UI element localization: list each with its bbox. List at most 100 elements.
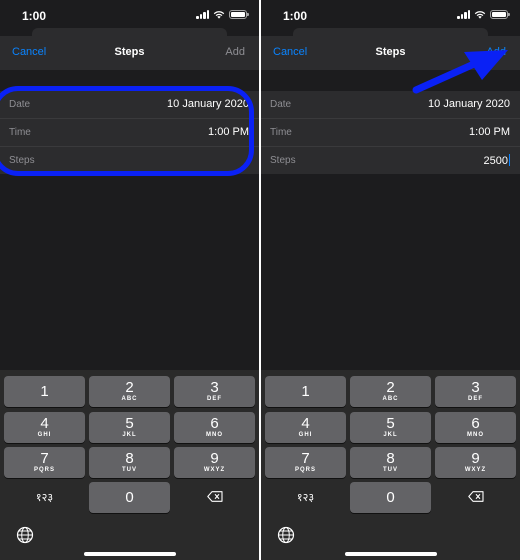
key-digit: 4 (301, 415, 310, 432)
key-digit: 9 (471, 450, 480, 467)
home-indicator[interactable] (83, 552, 176, 556)
key-8[interactable]: 8 TUV (350, 447, 431, 478)
steps-value: 2500 (483, 155, 508, 167)
key-digit: 5 (125, 415, 134, 432)
time-label: Time (270, 127, 292, 138)
key-4[interactable]: 4 GHI (265, 412, 346, 443)
key-letters: PQRS (294, 467, 316, 473)
status-icons (196, 10, 249, 19)
delete-key[interactable] (435, 482, 516, 513)
key-letters: DEF (468, 396, 483, 402)
globe-icon[interactable] (16, 526, 34, 544)
backspace-icon (206, 491, 223, 502)
steps-field[interactable]: 2500 (484, 154, 510, 167)
key-0[interactable]: 0 (89, 482, 170, 513)
date-label: Date (270, 99, 292, 110)
time-value[interactable]: 1:00 PM (208, 126, 249, 138)
key-digit: 7 (40, 450, 49, 467)
text-cursor (509, 154, 510, 166)
entry-form: Date 10 January 2020 Time 1:00 PM Steps … (261, 91, 520, 174)
key-8[interactable]: 8 TUV (89, 447, 170, 478)
home-indicator[interactable] (344, 552, 437, 556)
key-1[interactable]: 1 (4, 376, 85, 407)
key-digit: 0 (125, 489, 134, 506)
key-letters: ABC (121, 396, 138, 402)
alt-numerals-key[interactable]: १२३ (4, 482, 85, 513)
key-1[interactable]: 1 (265, 376, 346, 407)
add-button[interactable]: Add (486, 46, 506, 58)
alt-numerals-label: १२३ (296, 492, 315, 504)
key-6[interactable]: 6 MNO (174, 412, 255, 443)
key-7[interactable]: 7 PQRS (265, 447, 346, 478)
add-button[interactable]: Add (225, 46, 245, 58)
key-5[interactable]: 5 JKL (350, 412, 431, 443)
date-value[interactable]: 10 January 2020 (167, 98, 249, 110)
key-letters: PQRS (33, 467, 55, 473)
delete-key[interactable] (174, 482, 255, 513)
key-0[interactable]: 0 (350, 482, 431, 513)
alt-numerals-label: १२३ (35, 492, 54, 504)
time-row[interactable]: Time 1:00 PM (0, 119, 259, 147)
date-row[interactable]: Date 10 January 2020 (261, 91, 520, 119)
key-digit: 8 (125, 450, 134, 467)
key-9[interactable]: 9 WXYZ (174, 447, 255, 478)
key-letters: JKL (122, 432, 137, 438)
backspace-icon (467, 491, 484, 502)
wifi-icon (474, 11, 486, 19)
key-2[interactable]: 2 ABC (350, 376, 431, 407)
key-letters: GHI (37, 432, 52, 438)
key-letters: GHI (298, 432, 313, 438)
key-letters: WXYZ (464, 467, 487, 473)
time-label: Time (9, 127, 31, 138)
key-letters: TUV (383, 467, 398, 473)
date-value[interactable]: 10 January 2020 (428, 98, 510, 110)
key-7[interactable]: 7 PQRS (4, 447, 85, 478)
steps-row[interactable]: Steps (0, 147, 259, 174)
number-keypad: 1 2 ABC 3 DEF 4 GHI 5 JKL 6 MNO 7 PQRS 8 TUV 9W… (261, 370, 520, 560)
status-time: 1:00 (283, 9, 308, 23)
key-digit: 7 (301, 450, 310, 467)
key-digit: 3 (471, 379, 480, 396)
page-title: Steps (114, 46, 145, 58)
page-title: Steps (375, 46, 406, 58)
key-digit: 6 (471, 415, 480, 432)
key-4[interactable]: 4 GHI (4, 412, 85, 443)
wifi-icon (213, 11, 225, 19)
key-digit: 3 (210, 379, 219, 396)
battery-icon (490, 10, 510, 19)
key-3[interactable]: 3 DEF (435, 376, 516, 407)
status-icons (457, 10, 510, 19)
key-letters: ABC (382, 396, 399, 402)
key-letters: DEF (207, 396, 222, 402)
time-row[interactable]: Time 1:00 PM (261, 119, 520, 147)
steps-row[interactable]: Steps 2500 (261, 147, 520, 174)
key-letters: WXYZ (203, 467, 226, 473)
key-2[interactable]: 2 ABC (89, 376, 170, 407)
time-value[interactable]: 1:00 PM (469, 126, 510, 138)
date-row[interactable]: Date 10 January 2020 (0, 91, 259, 119)
key-digit: 1 (40, 383, 49, 400)
key-digit: 6 (210, 415, 219, 432)
key-digit: 4 (40, 415, 49, 432)
date-label: Date (9, 99, 31, 110)
nav-bar: Cancel Steps Add (261, 36, 520, 70)
key-9[interactable]: 9 WXYZ (435, 447, 516, 478)
key-digit: 1 (301, 383, 310, 400)
key-digit: 2 (386, 379, 395, 396)
key-letters: TUV (122, 467, 137, 473)
cellular-signal-icon (457, 10, 470, 19)
key-digit: 0 (386, 489, 395, 506)
key-3[interactable]: 3 DEF (174, 376, 255, 407)
key-digit: 2 (125, 379, 134, 396)
alt-numerals-key[interactable]: १२३ (265, 482, 346, 513)
key-5[interactable]: 5 JKL (89, 412, 170, 443)
nav-bar: Cancel Steps Add (0, 36, 259, 70)
number-keypad: 1 2 ABC 3 DEF 4 GHI 5 JKL 6 MNO 7 PQRS 8 TUV 9W… (0, 370, 259, 560)
key-letters: JKL (383, 432, 398, 438)
key-letters: MNO (467, 432, 484, 438)
key-digit: 8 (386, 450, 395, 467)
key-6[interactable]: 6 MNO (435, 412, 516, 443)
globe-icon[interactable] (277, 526, 295, 544)
status-time: 1:00 (22, 9, 47, 23)
key-letters: MNO (206, 432, 223, 438)
